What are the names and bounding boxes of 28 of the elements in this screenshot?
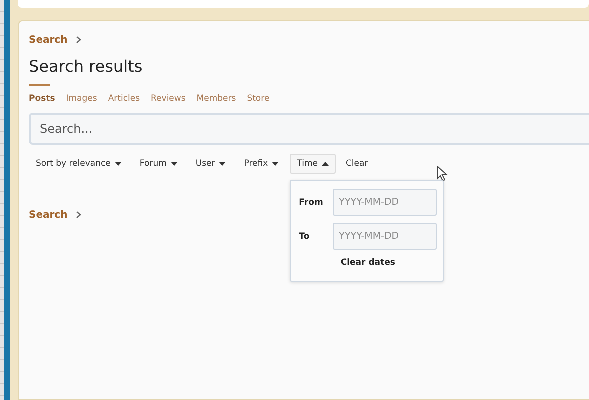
tab[interactable]: Reviews [151,94,186,104]
caret-icon [272,162,280,166]
caret-icon [219,162,226,166]
field-label: From [299,198,324,208]
chevron-icon [76,211,82,219]
breadcrumb-link[interactable]: Search [29,34,68,46]
caret-icon [170,162,178,166]
breadcrumb-link[interactable]: Search [29,210,68,220]
tab[interactable]: Posts [29,94,56,104]
tab[interactable]: Store [247,94,270,104]
filter-dropdown[interactable]: Prefix [237,154,286,174]
filter-dropdown[interactable]: Forum [132,154,185,174]
filter-dropdown[interactable]: Time [290,154,336,174]
clear-dates-button[interactable]: Clear dates [334,257,402,269]
tab[interactable]: Members [196,94,236,104]
clear-link[interactable]: Clear [346,159,368,169]
filter-dropdown[interactable]: Sort by relevance [29,154,129,174]
tab[interactable]: Articles [108,94,140,104]
caret-icon [114,162,122,166]
filter-dropdown[interactable]: User [188,154,234,174]
field-label: To [299,232,311,242]
caret-icon [322,162,329,166]
date-field[interactable]: YYYY-MM-DD [333,189,438,216]
search-field[interactable]: Search... [29,113,589,145]
tab[interactable]: Images [66,94,98,104]
page-title: Search results [29,57,589,86]
chevron-icon [76,36,82,44]
date-field[interactable]: YYYY-MM-DD [333,223,438,250]
